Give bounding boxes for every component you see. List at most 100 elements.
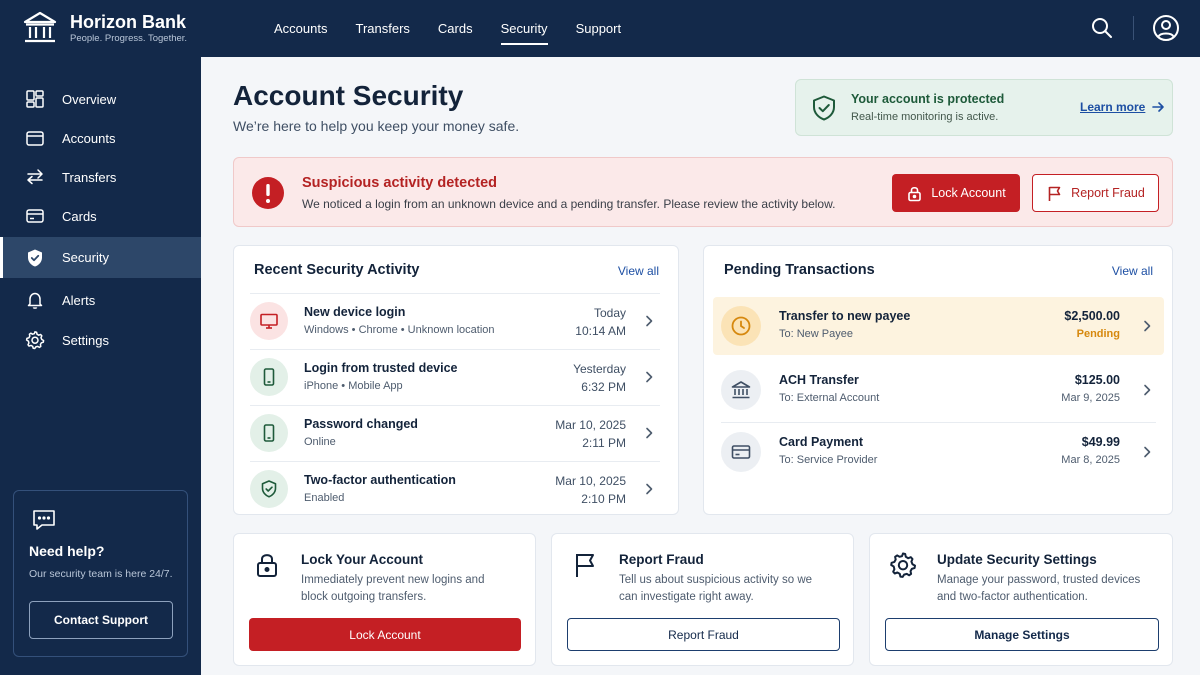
flag-icon <box>576 554 594 577</box>
report-fraud-button[interactable]: Report Fraud <box>1032 174 1159 212</box>
transaction-icon-wrap <box>721 432 761 472</box>
alert-icon <box>252 177 284 209</box>
card-title: Update Security Settings <box>937 552 1097 567</box>
learn-more-link[interactable]: Learn more <box>1080 100 1165 114</box>
lock-account-button[interactable]: Lock Account <box>892 174 1020 212</box>
shield-check-icon <box>261 480 277 498</box>
view-all-activity-link[interactable]: View all <box>618 264 659 278</box>
activity-detail: Online <box>304 436 336 448</box>
grid-icon <box>26 90 44 108</box>
gear-icon <box>25 331 45 350</box>
activity-date: Mar 10, 2025 <box>555 474 626 488</box>
report-fraud-label: Report Fraud <box>1071 186 1145 200</box>
sidebar-item-cards[interactable]: Cards <box>0 196 201 236</box>
wallet-icon <box>26 131 44 146</box>
sidebar-item-label: Transfers <box>62 169 117 185</box>
clock-icon <box>731 316 751 336</box>
topnav-support[interactable]: Support <box>562 0 636 57</box>
activity-date: Yesterday <box>573 362 626 376</box>
transaction-amount: $2,500.00 <box>1064 309 1120 323</box>
protection-subtitle: Real-time monitoring is active. <box>851 111 999 123</box>
card-description: Tell us about suspicious activity so we … <box>619 574 813 603</box>
transaction-icon-wrap <box>721 306 761 346</box>
topnav-cards[interactable]: Cards <box>424 0 487 57</box>
help-panel: Need help? Our security team is here 24/… <box>13 490 188 657</box>
transaction-row[interactable]: ACH Transfer To: External Account $125.0… <box>713 361 1164 419</box>
arrow-right-icon <box>1152 102 1165 112</box>
chevron-right-icon <box>646 315 653 327</box>
recent-activity-card: Recent Security Activity View all New de… <box>233 245 679 515</box>
brand[interactable]: Horizon Bank People. Progress. Together. <box>22 10 187 46</box>
activity-row[interactable]: Login from trusted device iPhone • Mobil… <box>250 349 660 405</box>
transaction-status: Pending <box>1076 328 1120 340</box>
suspicious-activity-alert: Suspicious activity detected We noticed … <box>233 157 1173 227</box>
activity-title: New device login <box>304 305 406 319</box>
transaction-row[interactable]: Transfer to new payee To: New Payee $2,5… <box>713 297 1164 355</box>
pending-transactions-card: Pending Transactions View all Transfer t… <box>703 245 1173 515</box>
learn-more-label: Learn more <box>1080 100 1146 114</box>
activity-detail: Enabled <box>304 492 345 504</box>
report-fraud-action-button[interactable]: Report Fraud <box>567 618 840 651</box>
sidebar-item-security[interactable]: Security <box>0 237 201 278</box>
view-all-transactions-link[interactable]: View all <box>1112 264 1153 278</box>
transaction-title: Card Payment <box>779 435 864 449</box>
activity-time: 2:11 PM <box>582 436 626 450</box>
transaction-payee: To: External Account <box>779 392 880 404</box>
page-subtitle: We’re here to help you keep your money s… <box>233 118 520 134</box>
sidebar: Overview Accounts Transfers Cards Securi… <box>0 57 201 675</box>
contact-support-button[interactable]: Contact Support <box>29 601 173 639</box>
card-icon <box>26 209 44 223</box>
manage-settings-button[interactable]: Manage Settings <box>885 618 1159 651</box>
transaction-title: Transfer to new payee <box>779 309 911 323</box>
activity-icon-wrap <box>250 414 288 452</box>
user-icon[interactable] <box>1152 14 1180 42</box>
chevron-right-icon <box>1144 320 1151 332</box>
card-title: Recent Security Activity <box>254 262 420 278</box>
transaction-icon-wrap <box>721 370 761 410</box>
activity-row[interactable]: Password changed Online Mar 10, 2025 2:1… <box>250 405 660 461</box>
transaction-amount: $49.99 <box>1081 435 1120 449</box>
sidebar-item-label: Alerts <box>62 292 96 308</box>
top-navigation: Accounts Transfers Cards Security Suppor… <box>260 0 635 57</box>
card-title: Lock Your Account <box>301 552 424 567</box>
activity-detail: iPhone • Mobile App <box>304 380 403 392</box>
activity-icon-wrap <box>250 358 288 396</box>
sidebar-item-alerts[interactable]: Alerts <box>0 280 201 320</box>
sidebar-item-transfers[interactable]: Transfers <box>0 157 201 197</box>
sidebar-item-label: Overview <box>62 91 117 107</box>
lock-icon <box>908 186 922 201</box>
activity-icon-wrap <box>250 470 288 508</box>
shield-check-icon <box>813 95 835 121</box>
search-icon[interactable] <box>1089 15 1115 41</box>
topnav-accounts[interactable]: Accounts <box>260 0 341 57</box>
activity-date: Today <box>593 306 626 320</box>
activity-row[interactable]: Two-factor authentication Enabled Mar 10… <box>250 461 660 517</box>
brand-name: Horizon Bank <box>70 12 187 32</box>
sidebar-item-overview[interactable]: Overview <box>0 79 201 119</box>
protection-title: Your account is protected <box>851 92 1005 106</box>
gear-icon <box>890 552 916 578</box>
bank-icon <box>731 381 751 399</box>
transaction-row[interactable]: Card Payment To: Service Provider $49.99… <box>713 423 1164 481</box>
sidebar-item-label: Cards <box>62 208 97 224</box>
header-actions <box>1089 14 1180 42</box>
transaction-date: Mar 8, 2025 <box>1061 454 1120 466</box>
chevron-right-icon <box>1144 384 1151 396</box>
activity-time: 6:32 PM <box>581 380 626 394</box>
sidebar-item-label: Accounts <box>62 130 116 146</box>
sidebar-item-accounts[interactable]: Accounts <box>0 118 201 158</box>
transaction-payee: To: Service Provider <box>779 454 878 466</box>
topnav-security[interactable]: Security <box>487 0 562 57</box>
bank-logo-icon <box>23 11 57 43</box>
help-title: Need help? <box>29 543 105 559</box>
topnav-transfers[interactable]: Transfers <box>341 0 423 57</box>
report-fraud-card: Report Fraud Tell us about suspicious ac… <box>551 533 854 666</box>
chevron-right-icon <box>646 371 653 383</box>
lock-account-label: Lock Account <box>931 186 1006 200</box>
update-settings-card: Update Security Settings Manage your pas… <box>869 533 1173 666</box>
lock-icon <box>257 554 277 577</box>
activity-row[interactable]: New device login Windows • Chrome • Unkn… <box>250 293 660 349</box>
sidebar-item-settings[interactable]: Settings <box>0 320 201 360</box>
lock-account-action-button[interactable]: Lock Account <box>249 618 521 651</box>
transaction-payee: To: New Payee <box>779 328 853 340</box>
